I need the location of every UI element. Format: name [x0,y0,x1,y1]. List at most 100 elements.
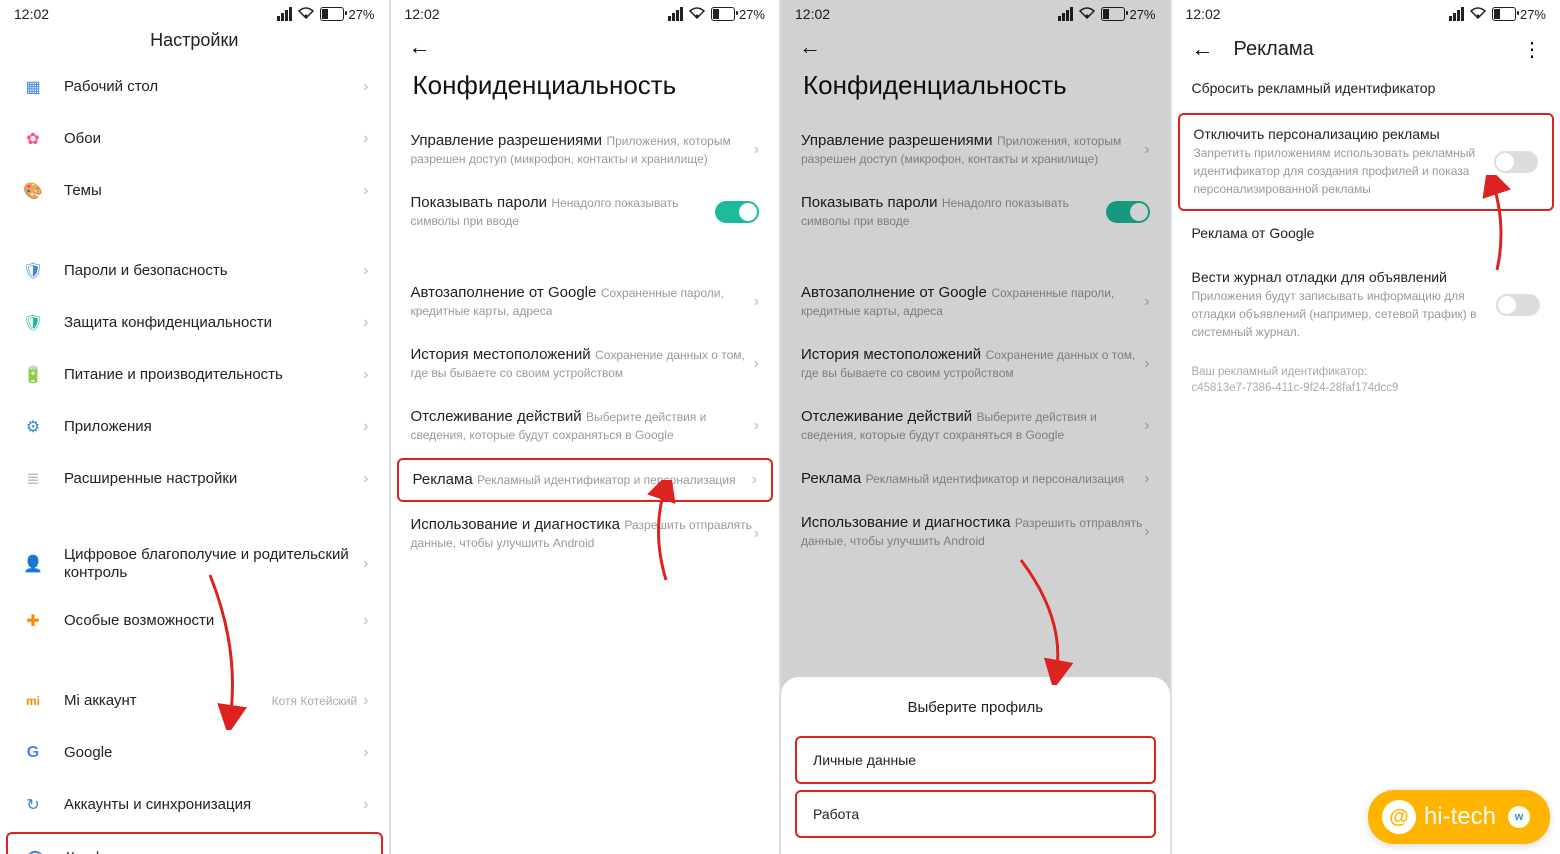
row-permissions[interactable]: Управление разрешениями Приложения, кото… [781,119,1170,181]
clock: 12:02 [14,6,49,22]
row-disable-personalization[interactable]: Отключить персонализацию рекламы Запрети… [1180,115,1553,209]
sheet-title: Выберите профиль [781,693,1170,730]
screen-privacy-sheet: 12:02 27% ← Конфиденциальность Управлени… [781,0,1170,854]
chevron-right-icon: › [1144,355,1149,373]
row-diagnostics[interactable]: Использование и диагностика Разрешить от… [391,503,780,565]
page-title: Реклама [1234,38,1314,61]
row-autofill[interactable]: Автозаполнение от Google Сохраненные пар… [391,271,780,333]
at-icon: @ [1382,800,1416,834]
screen-privacy: 12:02 27% ← Конфиденциальность Управлени… [391,0,780,854]
chevron-right-icon: › [363,470,368,488]
status-bar: 12:02 27% [0,0,389,24]
profile-option-personal[interactable]: Личные данные [795,736,1156,784]
chevron-right-icon: › [361,849,366,854]
battery-icon [320,7,344,21]
toggle-disable-personalization[interactable] [1494,151,1538,173]
row-desktop[interactable]: ▦ Рабочий стол › [0,61,389,113]
row-accessibility[interactable]: ✚ Особые возможности › [0,595,389,647]
page-title: Конфиденциальность [391,66,780,119]
signal-icon [1449,7,1464,21]
row-wellbeing[interactable]: 👤 Цифровое благополучие и родительский к… [0,533,389,595]
row-privacy[interactable]: 👁 Конфиденциальность › [8,834,381,854]
chevron-right-icon: › [1144,470,1149,488]
row-advanced[interactable]: ≣ Расширенные настройки › [0,453,389,505]
chevron-right-icon: › [754,417,759,435]
signal-icon [668,7,683,21]
battery-pct: 27% [739,7,765,22]
row-autofill[interactable]: Автозаполнение от Google Сохраненные пар… [781,271,1170,333]
toggle-show-passwords[interactable] [1106,201,1150,223]
chevron-right-icon: › [363,612,368,630]
ad-id-value: c45813e7-7386-411c-9f24-28faf174dcc9 [1172,380,1560,396]
row-security[interactable]: 🛡 Пароли и безопасность › [0,245,389,297]
status-bar: 12:02 27% [781,0,1170,24]
chevron-right-icon: › [363,796,368,814]
clock: 12:02 [405,6,440,22]
row-show-passwords[interactable]: Показывать пароли Ненадолго показывать с… [391,181,780,243]
row-sync[interactable]: ↻ Аккаунты и синхронизация › [0,779,389,831]
chevron-right-icon: › [363,314,368,332]
wallpaper-icon: ✿ [20,126,46,152]
battery-icon [711,7,735,21]
row-diagnostics[interactable]: Использование и диагностика Разрешить от… [781,501,1170,563]
row-reset-ad-id[interactable]: Сбросить рекламный идентификатор [1172,72,1560,112]
chevron-right-icon: › [1144,293,1149,311]
chevron-right-icon: › [363,262,368,280]
highlight-disable-personalization: Отключить персонализацию рекламы Запрети… [1178,113,1555,211]
battery-icon [1101,7,1125,21]
back-button[interactable]: ← [799,34,821,60]
chevron-right-icon: › [363,130,368,148]
toggle-show-passwords[interactable] [715,201,759,223]
wifi-icon [689,7,705,22]
row-location-history[interactable]: История местоположений Сохранение данных… [391,333,780,395]
chevron-right-icon: › [754,141,759,159]
status-bar: 12:02 27% [391,0,780,24]
chevron-right-icon: › [1144,141,1149,159]
shield-icon: 🛡 [20,258,46,284]
row-apps[interactable]: ⚙ Приложения › [0,401,389,453]
overflow-menu-icon[interactable]: ⋮ [1522,37,1540,62]
back-button[interactable]: ← [1192,36,1214,62]
row-activity[interactable]: Отслеживание действий Выберите действия … [781,395,1170,457]
shield-icon: 🛡 [20,310,46,336]
row-google-ads[interactable]: Реклама от Google [1172,212,1560,256]
status-right: 27% [668,7,765,22]
chevron-right-icon: › [1144,523,1149,541]
row-mi-account[interactable]: mi Mi аккаунт Котя Котейский › [0,675,389,727]
profile-option-work[interactable]: Работа [795,790,1156,838]
chevron-right-icon: › [754,355,759,373]
battery-icon: 🔋 [20,362,46,388]
back-button[interactable]: ← [409,34,431,60]
row-google[interactable]: G Google › [0,727,389,779]
row-privacy-protection[interactable]: 🛡 Защита конфиденциальности › [0,297,389,349]
row-permissions[interactable]: Управление разрешениями Приложения, кото… [391,119,780,181]
gear-icon: ⚙ [20,414,46,440]
annotation-arrow [1011,555,1081,685]
row-power[interactable]: 🔋 Питание и производительность › [0,349,389,401]
battery-pct: 27% [1129,7,1155,22]
google-icon: G [20,740,46,766]
signal-icon [277,7,292,21]
mi-icon: mi [20,688,46,714]
wifi-icon [1470,7,1486,22]
row-location-history[interactable]: История местоположений Сохранение данных… [781,333,1170,395]
row-debug-log[interactable]: Вести журнал отладки для объявлений Прил… [1172,256,1560,354]
row-show-passwords[interactable]: Показывать пароли Ненадолго показывать с… [781,181,1170,243]
more-icon: ≣ [20,466,46,492]
sync-icon: ↻ [20,792,46,818]
row-activity[interactable]: Отслеживание действий Выберите действия … [391,395,780,457]
highlight-ads: Реклама Рекламный идентификатор и персон… [397,458,774,502]
chevron-right-icon: › [1144,417,1149,435]
status-right: 27% [1058,7,1155,22]
eye-icon: 👁 [22,845,48,854]
row-themes[interactable]: 🎨 Темы › [0,165,389,217]
status-bar: 12:02 27% [1172,0,1560,24]
toggle-debug-log[interactable] [1496,294,1540,316]
page-title: Конфиденциальность [781,66,1170,119]
chevron-right-icon: › [754,293,759,311]
battery-pct: 27% [1520,7,1546,22]
row-ads[interactable]: Реклама Рекламный идентификатор и персон… [399,460,772,500]
row-ads[interactable]: Реклама Рекламный идентификатор и персон… [781,457,1170,501]
row-wallpaper[interactable]: ✿ Обои › [0,113,389,165]
signal-icon [1058,7,1073,21]
